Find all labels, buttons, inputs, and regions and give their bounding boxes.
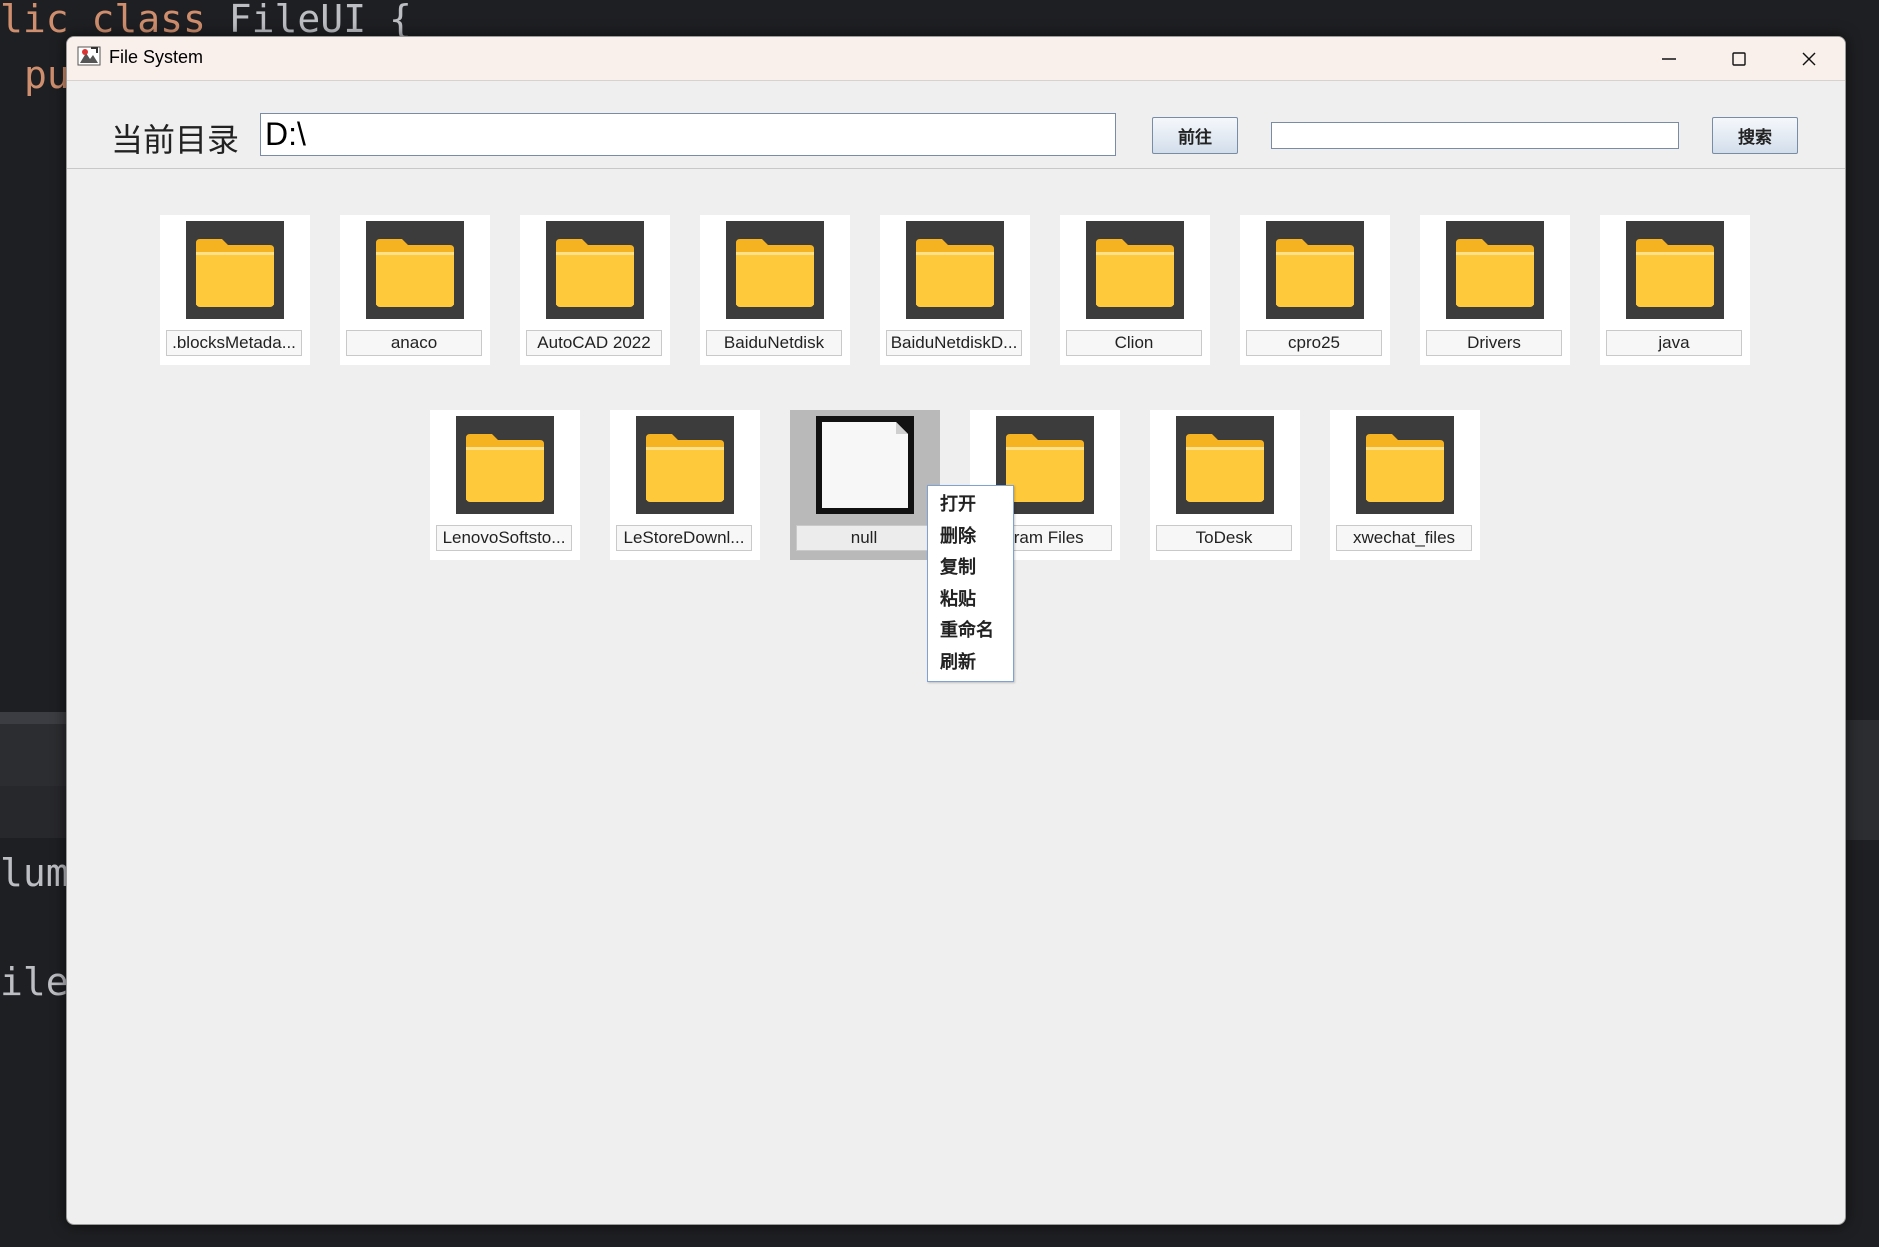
file-name-label: Drivers <box>1426 330 1562 356</box>
folder-icon <box>906 221 1004 319</box>
folder-icon <box>1266 221 1364 319</box>
code-keyword: lic <box>0 0 69 41</box>
file-name-label: BaiduNetdisk <box>706 330 842 356</box>
folder-tile[interactable]: ToDesk <box>1150 410 1300 560</box>
folder-tile[interactable]: BaiduNetdisk <box>700 215 850 365</box>
file-name-label: xwechat_files <box>1336 525 1472 551</box>
folder-icon <box>366 221 464 319</box>
folder-tile[interactable]: BaiduNetdiskD... <box>880 215 1030 365</box>
editor-panel <box>0 724 70 786</box>
editor-divider <box>0 712 70 724</box>
file-tile[interactable]: null <box>790 410 940 560</box>
file-name-label: cpro25 <box>1246 330 1382 356</box>
folder-icon <box>1626 221 1724 319</box>
menu-item-open[interactable]: 打开 <box>940 490 976 520</box>
file-name-label: .blocksMetada... <box>166 330 302 356</box>
editor-panel-2 <box>0 786 70 838</box>
file-name-label: null <box>796 525 932 551</box>
editor-right-panel <box>1843 720 1879 840</box>
code-keyword: class <box>91 0 206 41</box>
file-name-label: AutoCAD 2022 <box>526 330 662 356</box>
folder-tile[interactable]: java <box>1600 215 1750 365</box>
file-icon <box>816 416 914 514</box>
folder-tile[interactable]: anaco <box>340 215 490 365</box>
code-text: FileUI { <box>205 0 412 41</box>
folder-icon <box>726 221 824 319</box>
file-name-label: BaiduNetdiskD... <box>886 330 1022 356</box>
file-name-label: LeStoreDownl... <box>616 525 752 551</box>
code-line-4: ile <box>0 960 69 1004</box>
folder-icon <box>1086 221 1184 319</box>
folder-tile[interactable]: LeStoreDownl... <box>610 410 760 560</box>
file-name-label: Clion <box>1066 330 1202 356</box>
code-line-3: lum <box>0 851 69 895</box>
folder-tile[interactable]: xwechat_files <box>1330 410 1480 560</box>
file-name-label: java <box>1606 330 1742 356</box>
menu-item-copy[interactable]: 复制 <box>940 553 976 583</box>
folder-tile[interactable]: AutoCAD 2022 <box>520 215 670 365</box>
folder-tile[interactable]: Drivers <box>1420 215 1570 365</box>
folder-tile[interactable]: Clion <box>1060 215 1210 365</box>
file-name-label: LenovoSoftsto... <box>436 525 572 551</box>
menu-item-delete[interactable]: 删除 <box>940 522 976 552</box>
folder-icon <box>636 416 734 514</box>
menu-item-rename[interactable]: 重命名 <box>940 616 994 646</box>
context-menu: 打开 删除 复制 粘贴 重命名 刷新 <box>927 485 1014 682</box>
code-line-2: pu <box>24 53 70 97</box>
file-name-label: ToDesk <box>1156 525 1292 551</box>
menu-item-paste[interactable]: 粘贴 <box>940 585 976 615</box>
file-name-label: anaco <box>346 330 482 356</box>
folder-icon <box>1356 416 1454 514</box>
menu-item-refresh[interactable]: 刷新 <box>940 648 976 678</box>
folder-icon <box>456 416 554 514</box>
folder-icon <box>1446 221 1544 319</box>
folder-icon <box>546 221 644 319</box>
code-line-1: lic class FileUI { <box>0 0 412 38</box>
folder-tile[interactable]: cpro25 <box>1240 215 1390 365</box>
folder-tile[interactable]: .blocksMetada... <box>160 215 310 365</box>
editor-gutter <box>0 102 70 712</box>
file-system-window: File System 当前目录 前往 搜索 .blocksMetada... … <box>66 36 1846 1225</box>
folder-icon <box>1176 416 1274 514</box>
folder-icon <box>186 221 284 319</box>
folder-tile[interactable]: LenovoSoftsto... <box>430 410 580 560</box>
